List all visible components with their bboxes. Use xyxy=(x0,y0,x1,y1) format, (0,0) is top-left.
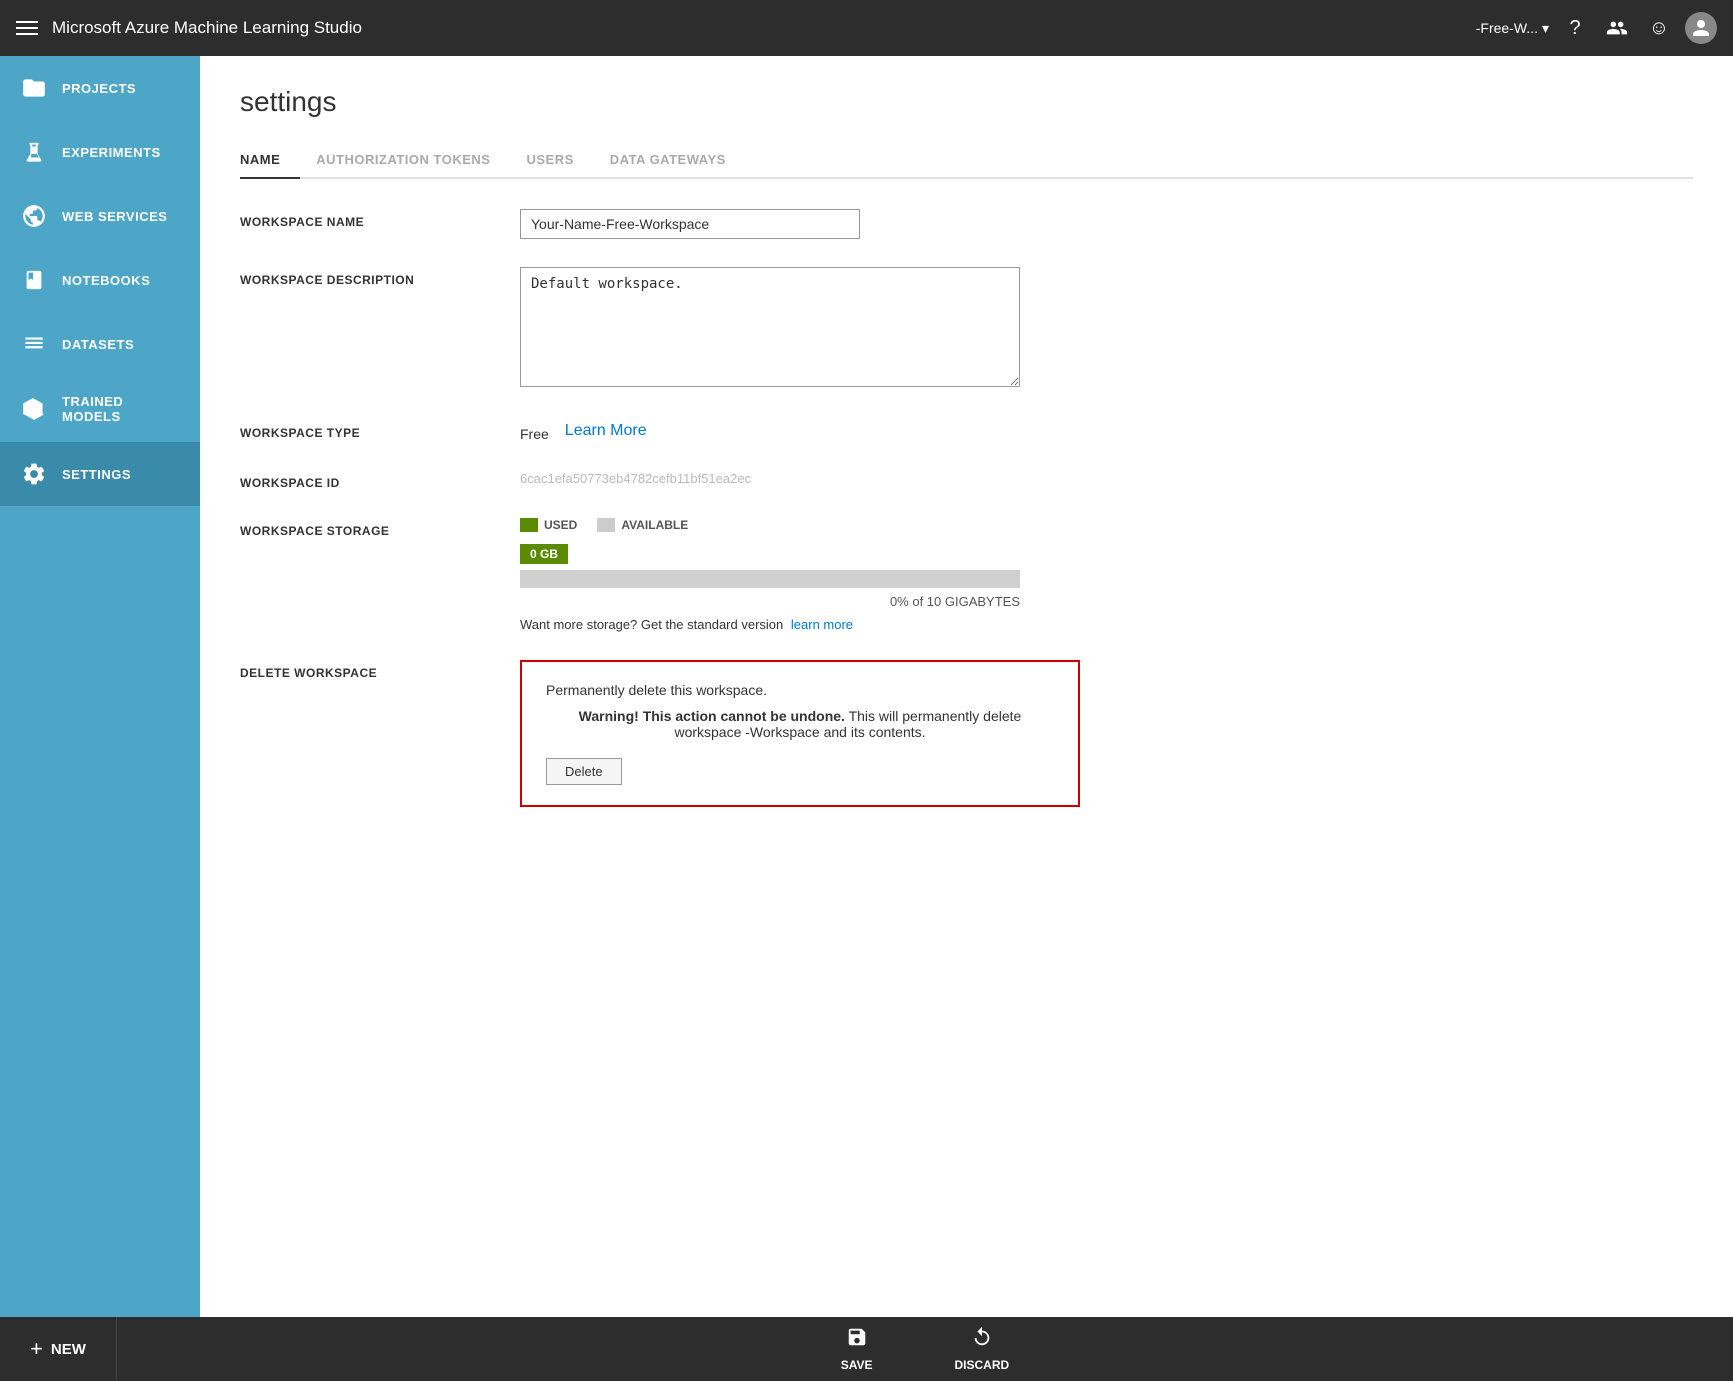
bottom-bar: + NEW SAVE DISCARD xyxy=(0,1317,1733,1381)
available-swatch xyxy=(597,518,615,532)
datasets-icon xyxy=(20,330,48,358)
workspace-name-row: WORKSPACE NAME xyxy=(240,209,1693,239)
sidebar-item-projects[interactable]: PROJECTS xyxy=(0,56,200,120)
available-label: AVAILABLE xyxy=(621,518,688,532)
discard-label: DISCARD xyxy=(954,1358,1009,1372)
workspace-selector[interactable]: -Free-W... ▾ xyxy=(1476,20,1549,37)
storage-available-legend: AVAILABLE xyxy=(597,518,688,532)
sidebar-label-web-services: WEB SERVICES xyxy=(62,209,167,224)
sidebar-item-web-services[interactable]: WEB SERVICES xyxy=(0,184,200,248)
workspace-storage-label: WORKSPACE STORAGE xyxy=(240,518,520,538)
used-swatch xyxy=(520,518,538,532)
save-icon xyxy=(846,1326,868,1354)
cube-icon xyxy=(20,395,48,423)
tabs: NAME AUTHORIZATION TOKENS USERS DATA GAT… xyxy=(240,142,1693,179)
storage-bar xyxy=(520,570,1020,588)
sidebar-item-trained-models[interactable]: TRAINED MODELS xyxy=(0,376,200,442)
help-icon[interactable]: ? xyxy=(1559,12,1591,44)
page-title: settings xyxy=(240,86,1693,118)
workspace-type-row: WORKSPACE TYPE Free Learn More xyxy=(240,420,1693,442)
chevron-down-icon: ▾ xyxy=(1542,20,1549,37)
storage-more-label: Want more storage? Get the standard vers… xyxy=(520,617,783,632)
workspace-name-input[interactable] xyxy=(520,209,860,239)
users-icon[interactable] xyxy=(1601,12,1633,44)
delete-button[interactable]: Delete xyxy=(546,758,622,785)
workspace-description-input[interactable]: Default workspace. xyxy=(520,267,1020,387)
storage-used-legend: USED xyxy=(520,518,577,532)
workspace-storage-row: WORKSPACE STORAGE USED AVAILABLE 0 GB xyxy=(240,518,1693,632)
storage-legend: USED AVAILABLE xyxy=(520,518,1693,532)
storage-more-text: Want more storage? Get the standard vers… xyxy=(520,617,1693,632)
workspace-id-text: 6cac1efa50773eb4782cefb11bf51ea2ec xyxy=(520,465,751,486)
workspace-type-label: WORKSPACE TYPE xyxy=(240,420,520,440)
save-action[interactable]: SAVE xyxy=(825,1318,889,1380)
folder-icon xyxy=(20,74,48,102)
workspace-id-label: WORKSPACE ID xyxy=(240,470,520,490)
main-content: settings NAME AUTHORIZATION TOKENS USERS… xyxy=(200,56,1733,1317)
workspace-name-value xyxy=(520,209,1693,239)
feedback-icon[interactable]: ☺ xyxy=(1643,12,1675,44)
sidebar-label-experiments: EXPERIMENTS xyxy=(62,145,161,160)
delete-warning: Warning! This action cannot be undone. T… xyxy=(546,708,1054,740)
workspace-type-text: Free xyxy=(520,420,549,442)
used-label: USED xyxy=(544,518,577,532)
app-title: Microsoft Azure Machine Learning Studio xyxy=(52,18,1462,38)
notebook-icon xyxy=(20,266,48,294)
workspace-id-value: 6cac1efa50773eb4782cefb11bf51ea2ec xyxy=(520,470,1693,488)
storage-amount-badge: 0 GB xyxy=(520,544,568,564)
new-label: NEW xyxy=(51,1341,86,1358)
discard-action[interactable]: DISCARD xyxy=(938,1318,1025,1380)
flask-icon xyxy=(20,138,48,166)
delete-line1: Permanently delete this workspace. xyxy=(546,682,1054,698)
storage-bar-used xyxy=(520,570,525,588)
sidebar: PROJECTS EXPERIMENTS WEB SERVICES NOTEBO… xyxy=(0,56,200,1317)
storage-learn-more-link[interactable]: learn more xyxy=(791,617,853,632)
storage-percent-text: 0% of 10 GIGABYTES xyxy=(520,594,1020,609)
learn-more-link[interactable]: Learn More xyxy=(565,422,647,440)
delete-workspace-value: Permanently delete this workspace. Warni… xyxy=(520,660,1693,807)
sidebar-item-notebooks[interactable]: NOTEBOOKS xyxy=(0,248,200,312)
discard-icon xyxy=(971,1326,993,1354)
workspace-type-value: Free Learn More xyxy=(520,420,1693,442)
sidebar-label-notebooks: NOTEBOOKS xyxy=(62,273,150,288)
topnav-right: -Free-W... ▾ ? ☺ xyxy=(1476,12,1717,44)
sidebar-item-datasets[interactable]: DATASETS xyxy=(0,312,200,376)
workspace-description-row: WORKSPACE DESCRIPTION Default workspace. xyxy=(240,267,1693,392)
globe-icon xyxy=(20,202,48,230)
avatar[interactable] xyxy=(1685,12,1717,44)
sidebar-item-settings[interactable]: SETTINGS xyxy=(0,442,200,506)
gear-icon xyxy=(20,460,48,488)
workspace-description-value: Default workspace. xyxy=(520,267,1693,392)
workspace-id-row: WORKSPACE ID 6cac1efa50773eb4782cefb11bf… xyxy=(240,470,1693,490)
workspace-storage-value: USED AVAILABLE 0 GB 0% of 10 GIGABYTES W… xyxy=(520,518,1693,632)
tab-data-gateways[interactable]: DATA GATEWAYS xyxy=(610,142,746,177)
plus-icon: + xyxy=(30,1338,43,1360)
sidebar-item-experiments[interactable]: EXPERIMENTS xyxy=(0,120,200,184)
sidebar-label-projects: PROJECTS xyxy=(62,81,136,96)
delete-workspace-row: DELETE WORKSPACE Permanently delete this… xyxy=(240,660,1693,807)
new-button[interactable]: + NEW xyxy=(0,1317,117,1381)
delete-workspace-label: DELETE WORKSPACE xyxy=(240,660,520,680)
delete-workspace-box: Permanently delete this workspace. Warni… xyxy=(520,660,1080,807)
save-label: SAVE xyxy=(841,1358,873,1372)
sidebar-label-trained-models: TRAINED MODELS xyxy=(62,394,180,424)
workspace-description-label: WORKSPACE DESCRIPTION xyxy=(240,267,520,287)
tab-auth-tokens[interactable]: AUTHORIZATION TOKENS xyxy=(316,142,510,177)
hamburger-menu[interactable] xyxy=(16,21,38,35)
top-nav: Microsoft Azure Machine Learning Studio … xyxy=(0,0,1733,56)
sidebar-label-datasets: DATASETS xyxy=(62,337,134,352)
tab-users[interactable]: USERS xyxy=(526,142,593,177)
workspace-name-label: WORKSPACE NAME xyxy=(240,209,520,229)
sidebar-label-settings: SETTINGS xyxy=(62,467,131,482)
bottombar-actions: SAVE DISCARD xyxy=(117,1318,1733,1380)
main-layout: PROJECTS EXPERIMENTS WEB SERVICES NOTEBO… xyxy=(0,56,1733,1317)
tab-name[interactable]: NAME xyxy=(240,142,300,179)
